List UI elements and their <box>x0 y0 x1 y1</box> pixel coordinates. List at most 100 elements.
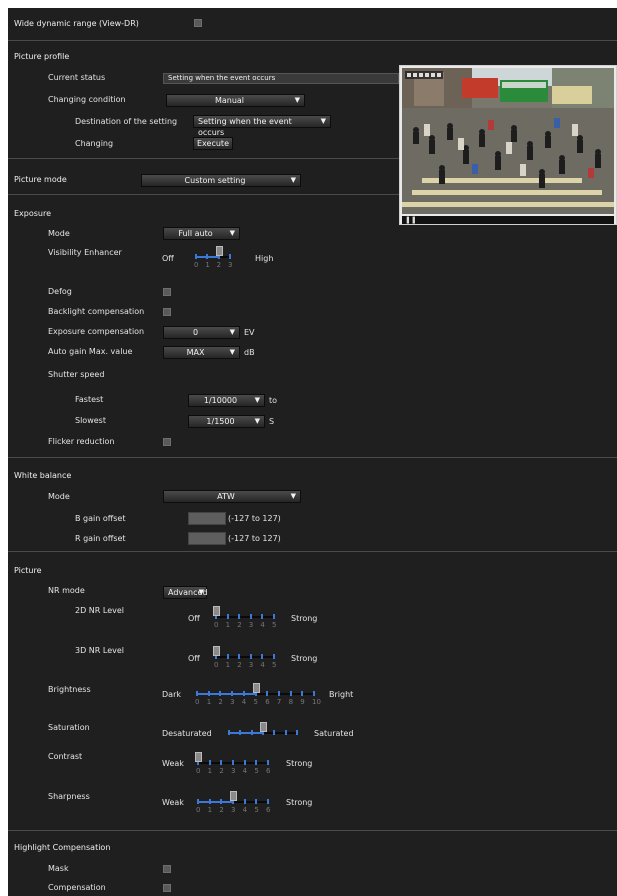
slider-tick-label: 5 <box>253 698 258 706</box>
slider-tick <box>220 799 223 804</box>
nr2d-min-label: Off <box>188 614 200 623</box>
camera-preview: ❚❚ <box>399 65 617 225</box>
slider-tick <box>197 799 199 804</box>
slowest-label: Slowest <box>75 416 106 425</box>
slowest-value: 1/1500 <box>206 417 235 426</box>
picture-mode-select[interactable]: Custom setting ▼ <box>141 174 301 187</box>
slider-tick <box>208 799 211 804</box>
slider-tick-label: 2 <box>219 767 224 775</box>
divider <box>8 40 617 41</box>
slider-tick-label: 5 <box>272 621 277 629</box>
saturation-max-label: Saturated <box>314 729 354 738</box>
fastest-label: Fastest <box>75 395 104 404</box>
b-gain-input[interactable] <box>188 512 226 525</box>
compensation-checkbox[interactable] <box>163 884 171 892</box>
slider-tick-label: 5 <box>272 661 277 669</box>
slider-handle[interactable] <box>215 246 223 256</box>
compensation-label: Compensation <box>48 883 106 892</box>
destination-select[interactable]: Setting when the event occurs ▼ <box>193 115 331 137</box>
nr3d-label: 3D NR Level <box>75 646 124 655</box>
divider <box>8 551 617 552</box>
exposure-compensation-select[interactable]: 0 ▼ <box>163 326 240 339</box>
slider-handle[interactable] <box>252 683 260 693</box>
slider-tick-label: 5 <box>254 767 259 775</box>
slider-tick <box>296 730 298 735</box>
defog-checkbox[interactable] <box>163 288 171 296</box>
dropdown-arrow-icon: ▼ <box>254 396 260 404</box>
slider-tick <box>250 730 253 735</box>
slider-tick <box>231 691 234 696</box>
slider-tick <box>196 691 198 696</box>
slider-tick-label: 3 <box>228 261 233 269</box>
r-gain-range: (-127 to 127) <box>228 534 281 543</box>
slider-tick <box>207 691 210 696</box>
slider-tick <box>261 654 264 659</box>
slider-tick-label: 1 <box>207 806 213 814</box>
wdr-checkbox[interactable] <box>194 19 202 27</box>
contrast-slider[interactable]: 0123456 <box>195 752 270 780</box>
sharpness-min-label: Weak <box>162 798 184 807</box>
exposure-mode-select[interactable]: Full auto ▼ <box>163 227 240 240</box>
slider-tick <box>267 760 269 765</box>
backlight-checkbox[interactable] <box>163 308 171 316</box>
saturation-slider[interactable] <box>228 722 298 742</box>
wb-mode-value: ATW <box>217 492 235 501</box>
exposure-compensation-label: Exposure compensation <box>48 327 145 336</box>
slider-tick-label: 2 <box>218 698 223 706</box>
slider-tick-label: 3 <box>231 806 236 814</box>
slider-handle[interactable] <box>213 646 220 656</box>
visibility-min-label: Off <box>162 254 174 263</box>
sharpness-slider[interactable]: 0123456 <box>196 791 271 819</box>
agc-value: MAX <box>186 348 205 357</box>
slider-tick <box>301 691 304 696</box>
slider-tick <box>228 730 230 735</box>
slider-tick <box>273 614 275 619</box>
nr2d-slider[interactable]: 012345 <box>213 606 277 634</box>
slider-tick <box>219 691 222 696</box>
slider-handle[interactable] <box>213 606 220 616</box>
destination-label: Destination of the setting <box>75 117 178 126</box>
slider-tick-label: 4 <box>242 806 248 814</box>
slowest-select[interactable]: 1/1500 ▼ <box>188 415 265 428</box>
r-gain-input[interactable] <box>188 532 226 545</box>
contrast-max-label: Strong <box>286 759 313 768</box>
mask-checkbox[interactable] <box>163 865 171 873</box>
wb-mode-select[interactable]: ATW ▼ <box>163 490 301 503</box>
slider-tick <box>255 760 258 765</box>
execute-button[interactable]: Execute <box>193 137 233 150</box>
defog-label: Defog <box>48 287 72 296</box>
visibility-slider[interactable]: 0123 <box>194 246 233 274</box>
flicker-checkbox[interactable] <box>163 438 171 446</box>
slider-tick-label: 3 <box>230 698 235 706</box>
nr-mode-value: Advanced <box>168 588 208 597</box>
slider-tick <box>226 614 229 619</box>
slider-tick <box>242 691 245 696</box>
pause-icon[interactable]: ❚❚ <box>405 216 417 224</box>
slider-tick <box>249 614 252 619</box>
slider-tick-label: 0 <box>196 767 201 775</box>
slider-fill <box>198 801 233 803</box>
slider-handle[interactable] <box>230 791 237 801</box>
exposure-heading: Exposure <box>14 209 52 218</box>
changing-condition-select[interactable]: Manual ▼ <box>166 94 305 107</box>
slider-tick <box>238 654 241 659</box>
contrast-label: Contrast <box>48 752 83 761</box>
exposure-compensation-value: 0 <box>192 328 199 337</box>
agc-label: Auto gain Max. value <box>48 347 133 356</box>
slider-tick <box>208 760 211 765</box>
fastest-select[interactable]: 1/10000 ▼ <box>188 394 265 407</box>
agc-select[interactable]: MAX ▼ <box>163 346 240 359</box>
brightness-slider[interactable]: 0 1 2 3 4 5 6 7 8 9 10 <box>195 683 321 711</box>
slider-tick-label: 3 <box>248 621 254 629</box>
nr2d-max-label: Strong <box>291 614 318 623</box>
slider-tick <box>226 654 229 659</box>
dropdown-arrow-icon: ▼ <box>290 492 296 500</box>
slider-tick-label: 1 <box>207 767 213 775</box>
r-gain-label: R gain offset <box>75 534 126 543</box>
nr3d-slider[interactable]: 012345 <box>213 646 277 674</box>
slider-handle[interactable] <box>260 722 267 732</box>
slider-tick-label: 6 <box>266 806 271 814</box>
slider-track <box>216 616 274 618</box>
nr-mode-select[interactable]: Advanced ▼ <box>163 586 208 599</box>
slider-handle[interactable] <box>195 752 202 762</box>
